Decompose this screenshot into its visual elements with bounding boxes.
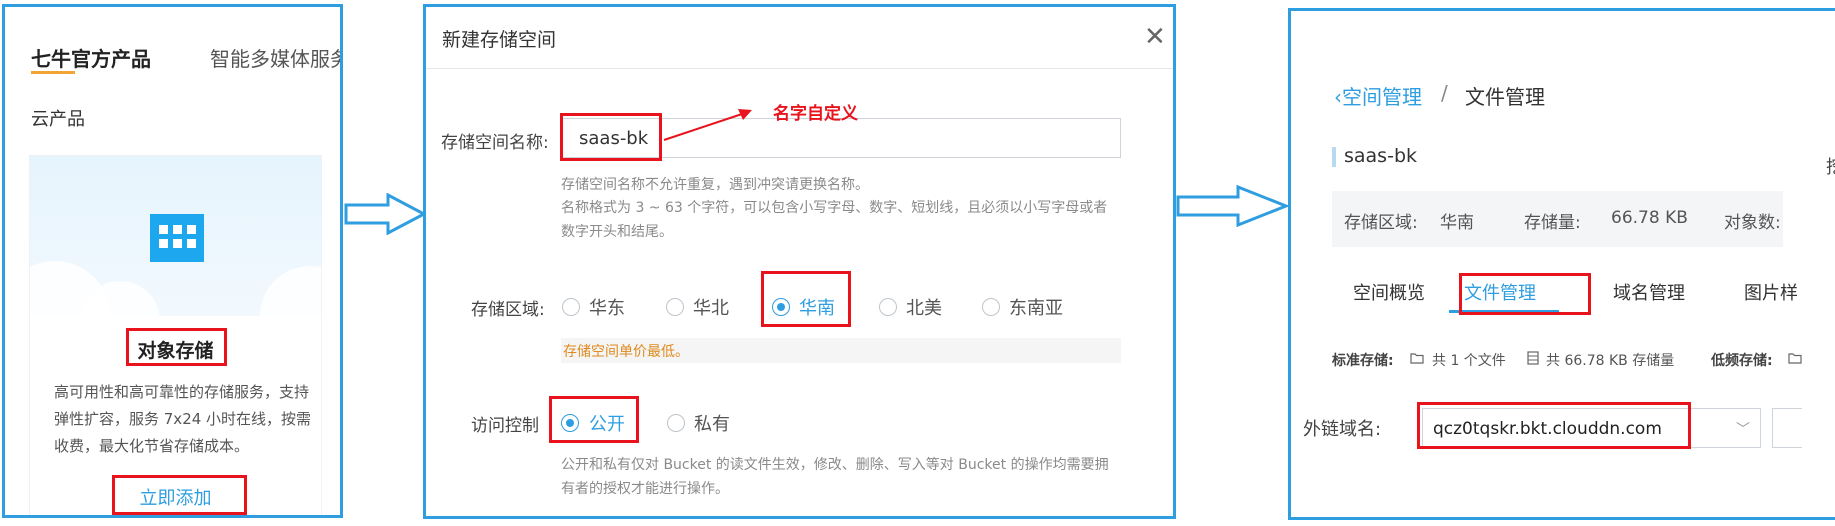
tab-image-style[interactable]: 图片样 (1744, 279, 1798, 305)
folder-icon (1788, 353, 1802, 364)
dialog-title: 新建存储空间 (442, 29, 557, 51)
radio-private[interactable] (667, 414, 685, 432)
breadcrumb-space-management[interactable]: ‹空间管理 (1334, 81, 1422, 110)
bucket-name-label: 存储空间名称: (441, 133, 549, 153)
tab-domain-management[interactable]: 域名管理 (1613, 279, 1685, 305)
folder-icon (1410, 353, 1424, 364)
product-panel: 七牛官方产品 智能多媒体服务 云产品 对象存储 高可用性和高可靠性的存储服务，支… (2, 4, 343, 518)
radio-east-china[interactable] (562, 298, 580, 316)
region-info-label: 存储区域: (1344, 213, 1418, 233)
region-info-value: 华南 (1440, 213, 1474, 233)
region-southeast-asia[interactable]: 东南亚 (1009, 294, 1063, 320)
create-bucket-dialog: 新建存储空间 ✕ 存储空间名称: saas-bk 名字自定义 存储空间名称不允许… (423, 4, 1176, 519)
highlight-box (761, 271, 851, 327)
standard-storage-label: 标准存储: (1332, 353, 1394, 369)
active-tab-underline (31, 71, 75, 74)
highlight-box (112, 475, 247, 515)
size-info-value: 66.78 KB (1611, 208, 1688, 228)
external-domain-label: 外链域名: (1303, 419, 1382, 440)
access-private[interactable]: 私有 (694, 410, 730, 436)
object-storage-card[interactable]: 对象存储 高可用性和高可靠性的存储服务，支持弹性扩容，服务 7x24 小时在线，… (29, 155, 322, 515)
bucket-name: saas-bk (1344, 145, 1418, 167)
size-info-label: 存储量: (1524, 213, 1581, 233)
access-hint: 公开和私有仅对 Bucket 的读文件生效，修改、删除、写入等对 Bucket … (561, 457, 1109, 497)
copy-domain-button[interactable] (1772, 408, 1802, 448)
file-management-panel: ‹空间管理 / 文件管理 saas-bk 挖 存储区域: 华南 存储量: 66.… (1288, 8, 1835, 520)
breadcrumb-separator: / (1441, 81, 1448, 105)
cloud-decoration (260, 266, 321, 316)
card-description: 高可用性和高可靠性的存储服务，支持弹性扩容，服务 7x24 小时在线，按需收费，… (54, 383, 312, 455)
chevron-down-icon: ﹀ (1736, 422, 1750, 438)
access-control-label: 访问控制 (471, 416, 539, 436)
category-heading: 云产品 (31, 109, 85, 130)
name-hint: 存储空间名称不允许重复，遇到冲突请更换名称。 (561, 177, 869, 193)
annotation-label: 名字自定义 (773, 104, 858, 124)
highlight-box (1417, 402, 1691, 449)
flow-arrow-icon (1176, 185, 1290, 227)
building-grid-icon (150, 214, 204, 262)
tab-space-overview[interactable]: 空间概览 (1353, 279, 1425, 305)
highlight-box (560, 113, 662, 161)
radio-north-china[interactable] (666, 298, 684, 316)
object-count-label: 对象数: (1724, 213, 1781, 233)
file-count: 共 1 个文件 (1432, 353, 1506, 369)
breadcrumb-back-label: 空间管理 (1342, 85, 1422, 109)
radio-north-america[interactable] (879, 298, 897, 316)
radio-southeast-asia[interactable] (982, 298, 1000, 316)
bucket-info-bar: 存储区域: 华南 存储量: 66.78 KB 对象数: (1332, 191, 1783, 247)
screenshot-stage: 七牛官方产品 智能多媒体服务 云产品 对象存储 高可用性和高可靠性的存储服务，支… (0, 0, 1835, 526)
region-north-china[interactable]: 华北 (693, 294, 729, 320)
bucket-name-marker (1332, 147, 1336, 167)
close-icon[interactable]: ✕ (1144, 22, 1166, 52)
breadcrumb-current: 文件管理 (1465, 85, 1545, 109)
annotation-arrow-icon (663, 109, 752, 141)
tab-multimedia-services[interactable]: 智能多媒体服务 (210, 43, 340, 72)
region-label: 存储区域: (471, 300, 545, 320)
flow-arrow-icon (344, 193, 426, 235)
name-format-hint: 名称格式为 3 ~ 63 个字符，可以包含小写字母、数字、短划线，且必须以小写字… (561, 200, 1108, 240)
highlight-box (126, 328, 227, 366)
card-banner (30, 156, 321, 316)
tab-official-products[interactable]: 七牛官方产品 (31, 43, 151, 72)
region-price-note-text: 存储空间单价最低。 (563, 344, 689, 360)
chevron-left-icon: ‹ (1334, 85, 1342, 109)
region-east-china[interactable]: 华东 (589, 294, 625, 320)
highlight-box (1459, 273, 1591, 315)
low-frequency-storage-label: 低频存储: (1711, 353, 1773, 369)
region-north-america[interactable]: 北美 (906, 294, 942, 320)
region-price-note: 存储空间单价最低。 (561, 338, 1121, 363)
highlight-box (549, 396, 639, 443)
dialog-divider (426, 68, 1173, 69)
edge-cut-text: 挖 (1826, 153, 1835, 179)
database-icon (1527, 351, 1539, 365)
total-storage: 共 66.78 KB 存储量 (1546, 353, 1675, 369)
